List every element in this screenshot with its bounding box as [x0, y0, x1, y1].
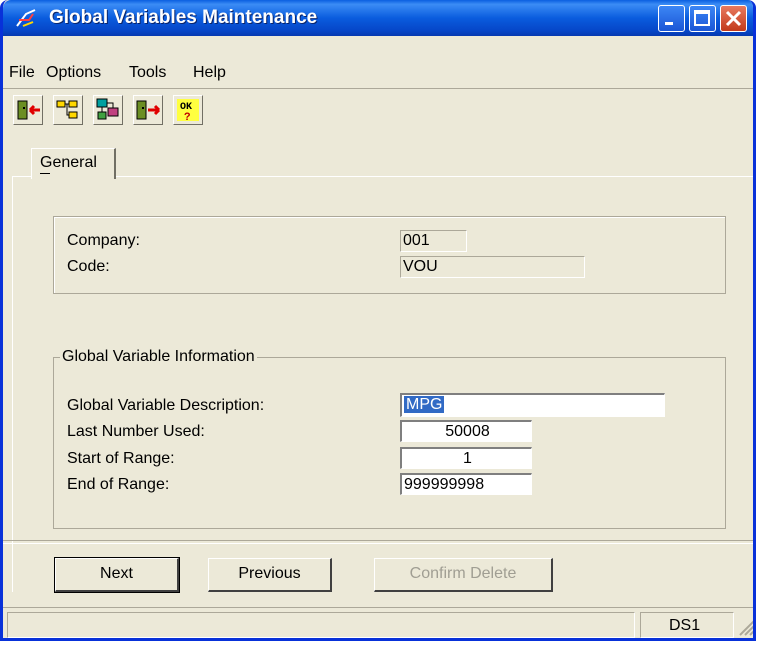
menu-tools[interactable]: Tools — [129, 64, 166, 82]
close-button[interactable] — [720, 5, 747, 32]
last-number-input[interactable]: 50008 — [400, 420, 532, 442]
last-number-label: Last Number Used: — [67, 423, 205, 440]
tab-general-label: General — [40, 154, 97, 171]
status-message-cell — [7, 612, 635, 638]
company-field: 001 — [400, 230, 467, 252]
resize-grip-icon[interactable] — [736, 617, 756, 637]
tree-hierarchy-icon — [56, 100, 78, 119]
title-bar[interactable]: Global Variables Maintenance — [3, 0, 753, 36]
maximize-button[interactable] — [689, 5, 716, 32]
end-range-label: End of Range: — [67, 476, 170, 493]
menu-help[interactable]: Help — [193, 64, 226, 82]
enter-door-icon — [136, 100, 161, 120]
company-label: Company: — [67, 232, 140, 249]
maximize-icon — [694, 10, 710, 26]
description-selected-text: MPG — [404, 396, 445, 413]
next-button[interactable]: Next — [54, 557, 180, 593]
exit-tool-button[interactable] — [13, 95, 43, 125]
confirm-delete-button: Confirm Delete — [374, 558, 553, 592]
computer-tool-button[interactable] — [93, 95, 123, 125]
tab-general[interactable]: General — [31, 148, 116, 179]
code-field: VOU — [400, 256, 585, 278]
exit-door-icon — [17, 100, 40, 120]
start-range-label: Start of Range: — [67, 450, 175, 467]
menu-bar — [3, 57, 753, 87]
record-key-group — [53, 216, 726, 294]
app-logo-icon — [16, 9, 36, 27]
app-window: Global Variables Maintenance File Option… — [0, 0, 756, 641]
minimize-button[interactable] — [658, 5, 685, 32]
tree-tool-button[interactable] — [53, 95, 83, 125]
end-range-input[interactable]: 999999998 — [400, 473, 532, 495]
previous-button[interactable]: Previous — [208, 558, 332, 592]
svg-text:?: ? — [184, 112, 191, 124]
description-input[interactable]: MPG — [400, 393, 665, 417]
status-db-text: DS1 — [669, 617, 701, 634]
menu-options[interactable]: Options — [46, 64, 101, 82]
computer-tree-icon — [96, 98, 119, 120]
code-label: Code: — [67, 258, 110, 275]
description-label: Global Variable Description: — [67, 397, 265, 414]
minimize-icon — [665, 22, 673, 25]
close-icon — [725, 10, 742, 27]
mnemonic-underline — [40, 173, 50, 174]
enter-tool-button[interactable] — [133, 95, 163, 125]
menu-file[interactable]: File — [9, 64, 35, 82]
ok-help-tool-button[interactable]: OK ? — [173, 95, 203, 125]
start-range-input[interactable]: 1 — [400, 447, 532, 469]
bottom-separator — [3, 540, 753, 544]
global-variable-info-title: Global Variable Information — [60, 348, 257, 366]
global-variable-info-group — [53, 357, 726, 529]
toolbar-separator — [3, 88, 753, 89]
ok-help-icon: OK ? — [177, 99, 199, 124]
window-title: Global Variables Maintenance — [49, 7, 318, 28]
